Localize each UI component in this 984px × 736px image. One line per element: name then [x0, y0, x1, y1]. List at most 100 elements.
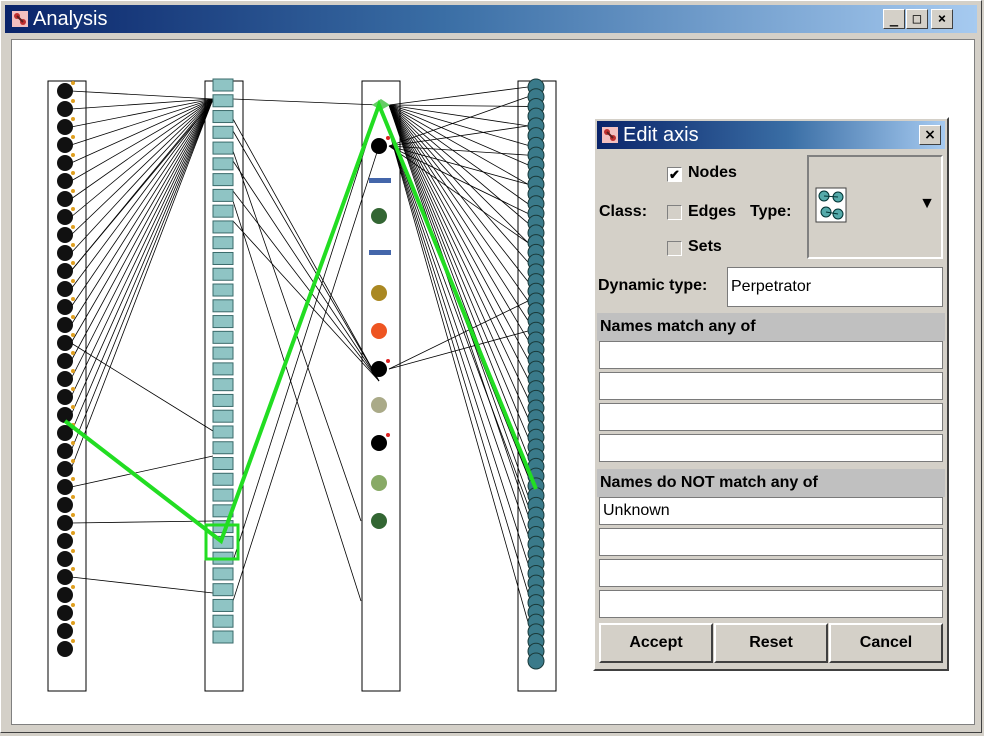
names-match-field-4[interactable] [599, 434, 943, 462]
bomb-icon [57, 477, 75, 495]
edges-label: Edges [688, 203, 737, 220]
bomb-icon [57, 333, 75, 351]
bomb-icon [57, 153, 75, 171]
chain-icon [212, 267, 234, 281]
dynamic-type-label: Dynamic type: [598, 277, 708, 294]
analysis-window: Analysis _ □ × Edit axis × ✔ Nodes Class… [0, 0, 982, 733]
nodes-checkbox[interactable]: ✔ [667, 167, 682, 182]
edge-line [388, 86, 529, 106]
bomb-icon [57, 369, 75, 387]
chain-icon [212, 251, 234, 265]
chain-icon [212, 283, 234, 297]
bomb-icon [57, 567, 75, 585]
bomb-icon [57, 387, 75, 405]
edge-line [388, 104, 529, 321]
bomb-icon [57, 315, 75, 333]
chain-icon [212, 78, 234, 92]
edge-line [388, 130, 529, 535]
chain-icon [212, 346, 234, 360]
chain-icon [212, 299, 234, 313]
fire-icon [371, 323, 387, 339]
edge-line [232, 98, 380, 106]
bomb-icon [371, 359, 390, 377]
fist-icon [371, 397, 387, 413]
chain-icon [212, 457, 234, 471]
type-dropdown[interactable]: ▼ [807, 155, 943, 259]
edge-line [70, 98, 214, 218]
edge-line [70, 98, 214, 326]
names-match-field-1[interactable] [599, 341, 943, 369]
bomb-icon [57, 495, 75, 513]
edges-checkbox[interactable] [667, 205, 682, 220]
edge-line [232, 104, 380, 562]
accept-button[interactable]: Accept [599, 623, 713, 663]
chain-icon [212, 409, 234, 423]
chain-icon [212, 94, 234, 108]
names-not-match-field-1[interactable]: Unknown [599, 497, 943, 525]
cancel-button[interactable]: Cancel [829, 623, 943, 663]
edge-line [388, 104, 529, 107]
chain-icon [212, 488, 234, 502]
edge-line [70, 90, 214, 100]
dynamic-type-field[interactable]: Perpetrator [727, 267, 943, 307]
chain-icon [212, 173, 234, 187]
names-not-match-field-2[interactable] [599, 528, 943, 556]
edge-line [70, 98, 214, 380]
names-match-field-2[interactable] [599, 372, 943, 400]
chain-icon [212, 188, 234, 202]
chain-icon [212, 362, 234, 376]
reset-button[interactable]: Reset [714, 623, 828, 663]
axis-3-frame[interactable] [361, 80, 401, 692]
edge-line [388, 96, 529, 147]
edge-line [70, 576, 214, 594]
bomb-icon [57, 279, 75, 297]
names-match-field-3[interactable] [599, 403, 943, 431]
bomb-icon [57, 99, 75, 117]
chain-icon [212, 315, 234, 329]
edge-line [388, 145, 529, 156]
nodes-label: Nodes [688, 164, 737, 181]
app-icon [602, 127, 618, 143]
edge-line [388, 104, 529, 399]
edge-line [232, 160, 380, 382]
bomb-icon [57, 603, 75, 621]
names-not-match-header: Names do NOT match any of [597, 469, 945, 497]
names-not-match-field-3[interactable] [599, 559, 943, 587]
chain-icon [212, 236, 234, 250]
bomb-icon [57, 585, 75, 603]
chain-icon [212, 393, 234, 407]
edge-line [70, 98, 214, 290]
edge-line [70, 520, 214, 524]
edge-line [388, 130, 529, 623]
chain-icon [212, 567, 234, 581]
edge-line [388, 104, 529, 380]
edge-line [70, 98, 214, 344]
sets-checkbox[interactable] [667, 241, 682, 256]
edge-line [70, 342, 214, 432]
chain-icon [212, 441, 234, 455]
nodes-type-icon [815, 187, 847, 223]
grenade-icon [371, 513, 387, 529]
edge-line [70, 98, 214, 128]
bomb-icon [57, 225, 75, 243]
class-label: Class: [599, 203, 648, 220]
bomb-icon [57, 513, 75, 531]
chain-icon [212, 630, 234, 644]
edge-line [70, 98, 214, 398]
bomb-icon [57, 531, 75, 549]
chain-icon [212, 472, 234, 486]
chain-icon [212, 220, 234, 234]
edge-line [388, 104, 529, 457]
edge-line [70, 98, 214, 236]
chain-icon [212, 157, 234, 171]
bomb-icon [57, 117, 75, 135]
edge-line [388, 104, 529, 516]
names-not-match-field-4[interactable] [599, 590, 943, 618]
dialog-title-bar[interactable]: Edit axis × [597, 121, 945, 149]
bomb-icon [57, 459, 75, 477]
names-match-header: Names match any of [597, 313, 945, 341]
chevron-down-icon[interactable]: ▼ [919, 195, 935, 213]
bomb-icon [57, 261, 75, 279]
edge-line [70, 98, 214, 182]
dialog-close-button[interactable]: × [919, 125, 941, 145]
